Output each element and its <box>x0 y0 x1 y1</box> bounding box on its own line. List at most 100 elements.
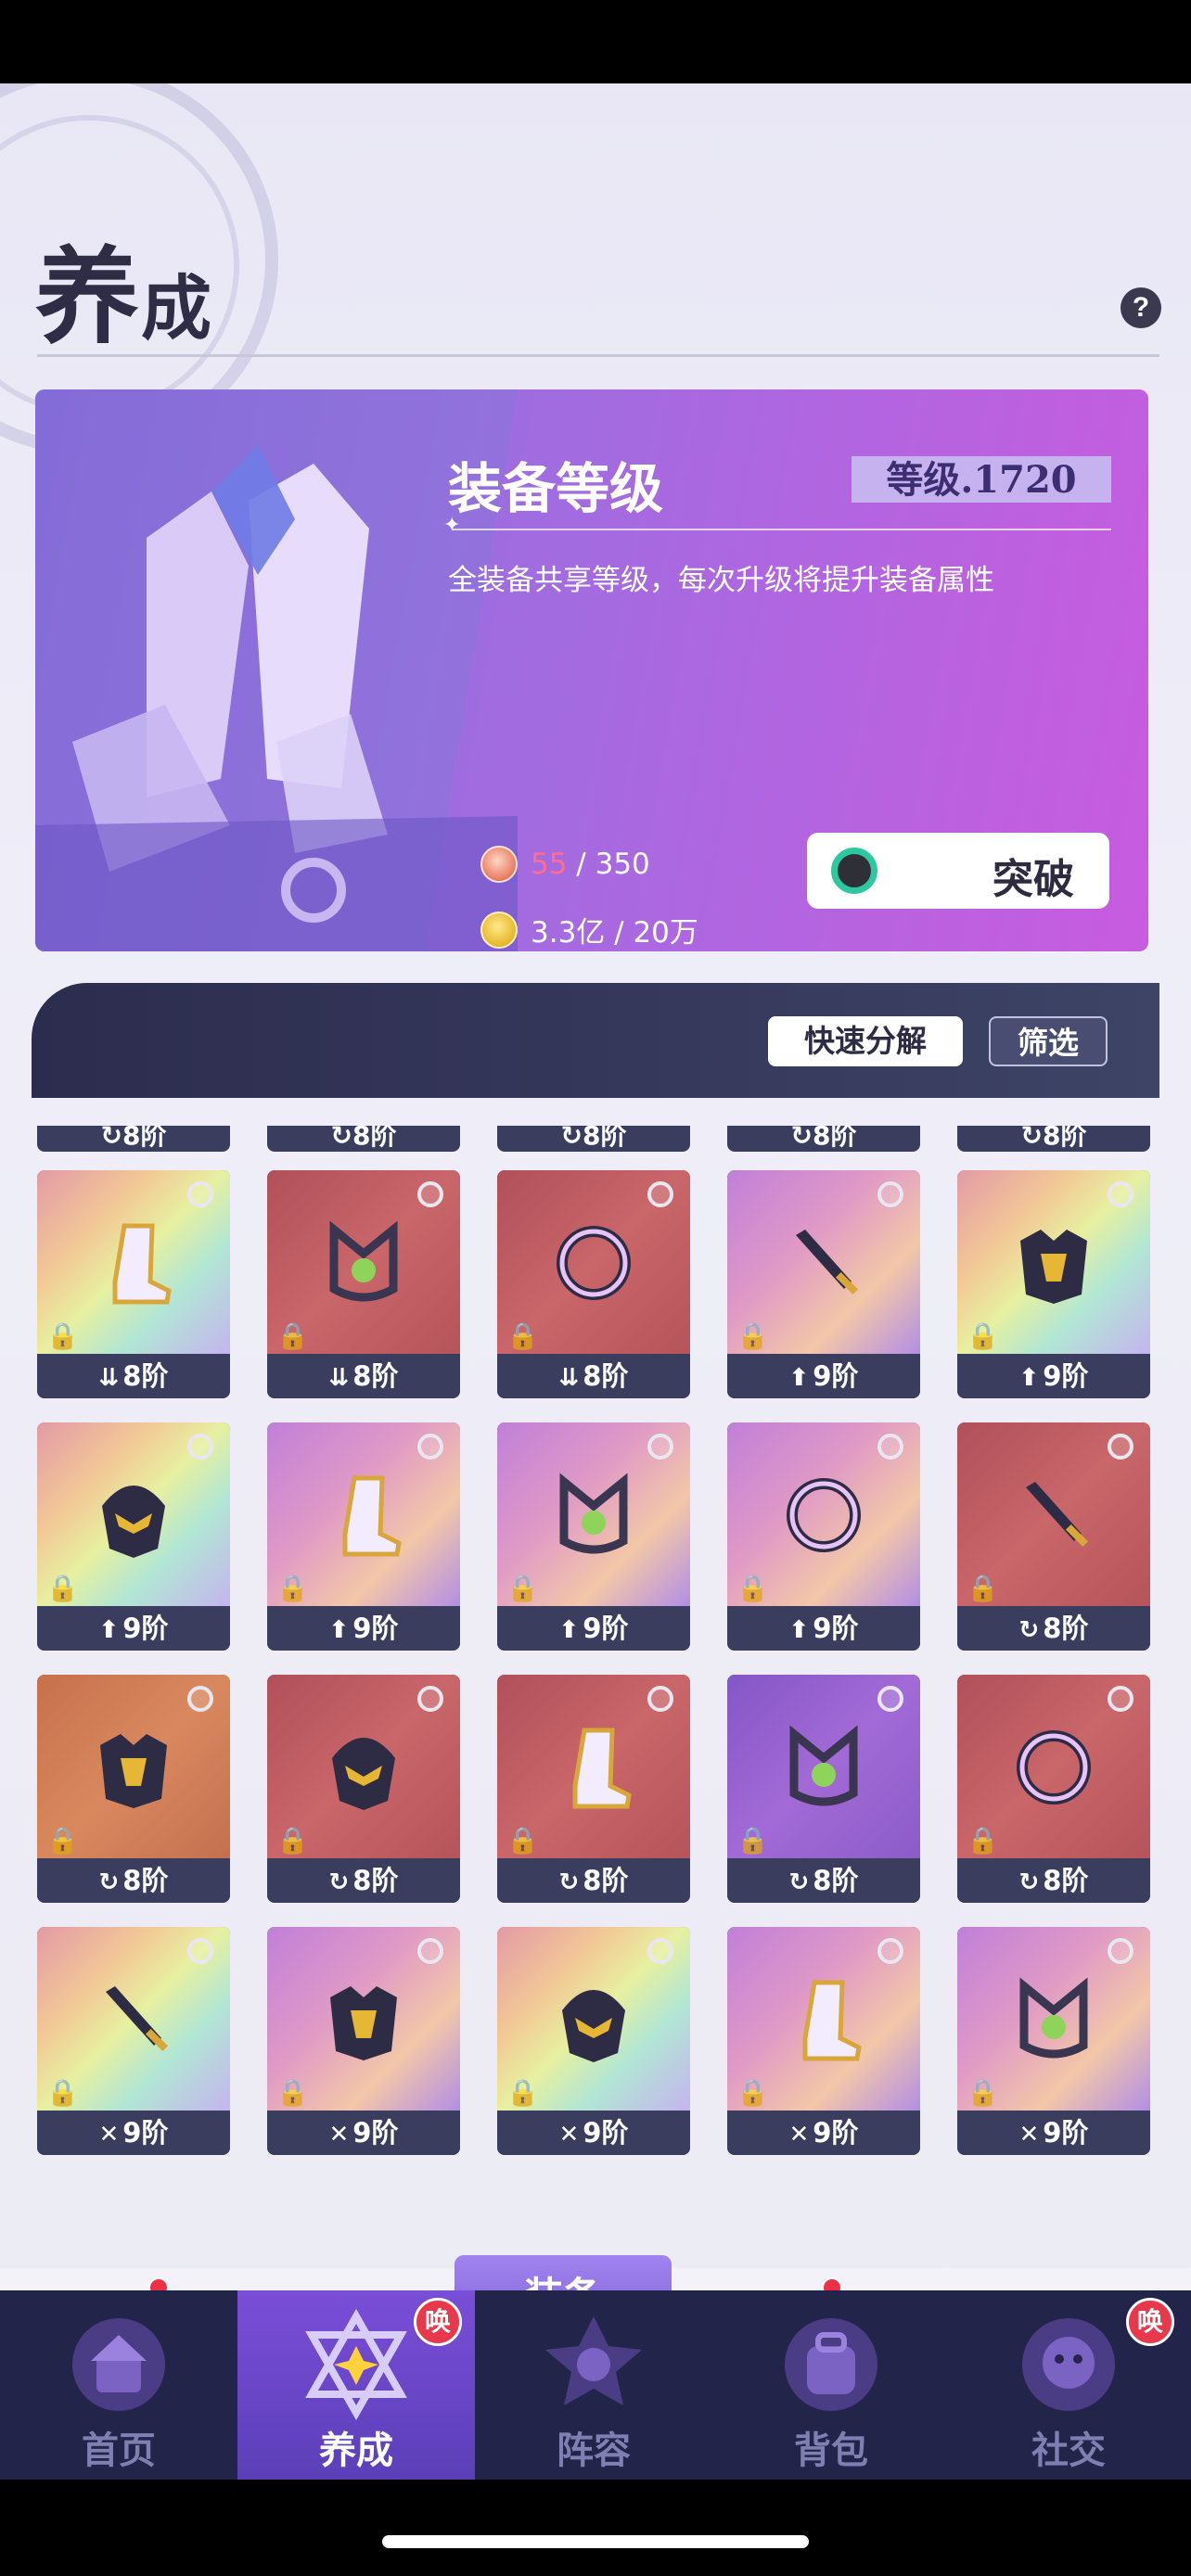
select-radio[interactable] <box>417 1434 443 1460</box>
equipment-grade: ✕ 9阶 <box>727 2111 920 2155</box>
breakthrough-button[interactable]: 突破 <box>807 833 1109 909</box>
equipment-card[interactable]: 🔒 ✕ 9阶 <box>497 1927 690 2155</box>
lock-icon[interactable]: 🔒 <box>967 1825 999 1855</box>
equipment-grade: ↻8阶 <box>497 1858 690 1903</box>
quick-decompose-button[interactable]: 快速分解 <box>768 1016 963 1066</box>
sword-icon <box>796 1230 859 1295</box>
lock-icon[interactable]: 🔒 <box>276 1320 309 1351</box>
grade-label: 8阶 <box>813 1865 859 1896</box>
banner-divider <box>443 514 1111 537</box>
grade-label: 9阶 <box>583 2117 629 2149</box>
lock-icon[interactable]: 🔒 <box>46 2077 79 2108</box>
equipment-card[interactable]: 🔒 ⬆ 9阶 <box>267 1422 460 1651</box>
equipment-card[interactable]: 🔒 ↻ 8阶 <box>37 1675 230 1903</box>
boot-icon <box>112 1223 172 1305</box>
equipment-card[interactable]: 🔒 ⇊ 8阶 <box>267 1170 460 1398</box>
select-radio[interactable] <box>1108 1434 1133 1460</box>
equipment-card[interactable]: 🔒 ↻ 8阶 <box>727 1675 920 1903</box>
material-separator: / <box>567 848 596 881</box>
equipment-card[interactable]: 🔒 ↻ 8阶 <box>957 1675 1150 1903</box>
equipment-card[interactable]: 🔒 ⬆ 9阶 <box>497 1422 690 1651</box>
boot-icon <box>802 1980 862 2061</box>
cycle-icon: ↻ <box>1018 1868 1040 1896</box>
lock-icon[interactable]: 🔒 <box>967 2077 999 2108</box>
equipment-card[interactable]: 🔒 ⇊ 8阶 <box>37 1170 230 1398</box>
lock-icon[interactable]: 🔒 <box>967 1320 999 1351</box>
breakthrough-label: 突破 <box>992 856 1074 903</box>
grade-label: 9阶 <box>583 1613 629 1644</box>
grade-label: 9阶 <box>1043 2117 1089 2149</box>
ring-icon <box>557 1226 631 1300</box>
lock-icon[interactable]: 🔒 <box>276 2077 309 2108</box>
nav-home[interactable]: 首页 <box>0 2290 237 2480</box>
equipment-card[interactable]: 🔒 ⬆ 9阶 <box>727 1422 920 1651</box>
lock-icon[interactable]: 🔒 <box>736 1320 769 1351</box>
select-radio[interactable] <box>647 1686 673 1712</box>
lock-icon[interactable]: 🔒 <box>46 1573 79 1603</box>
equipment-card[interactable]: 🔒 ✕ 9阶 <box>957 1927 1150 2155</box>
lock-icon[interactable]: 🔒 <box>46 1320 79 1351</box>
equipment-card[interactable]: 🔒 ✕ 9阶 <box>37 1927 230 2155</box>
select-radio[interactable] <box>877 1181 903 1207</box>
select-radio[interactable] <box>877 1686 903 1712</box>
lock-icon[interactable]: 🔒 <box>967 1573 999 1603</box>
equipment-card[interactable]: 🔒 ⬆ 9阶 <box>727 1170 920 1398</box>
lock-icon[interactable]: 🔒 <box>506 1320 539 1351</box>
equipment-card[interactable]: 🔒 ⬆ 9阶 <box>37 1422 230 1651</box>
backpack-icon <box>785 2318 877 2411</box>
select-radio[interactable] <box>877 1434 903 1460</box>
select-radio[interactable] <box>1108 1686 1133 1712</box>
help-icon[interactable]: ? <box>1121 287 1161 328</box>
equipment-card[interactable]: 🔒 ✕ 9阶 <box>727 1927 920 2155</box>
select-radio[interactable] <box>187 1181 213 1207</box>
grade-label: 9阶 <box>813 1613 859 1644</box>
select-radio[interactable] <box>187 1434 213 1460</box>
lock-icon[interactable]: 🔒 <box>736 2077 769 2108</box>
select-radio[interactable] <box>187 1938 213 1964</box>
lock-icon[interactable]: 🔒 <box>736 1825 769 1855</box>
material-max: 350 <box>595 848 650 881</box>
sword-icon <box>1026 1482 1089 1548</box>
lock-icon[interactable]: 🔒 <box>506 1825 539 1855</box>
select-radio[interactable] <box>417 1686 443 1712</box>
equipment-card[interactable]: 🔒 ⇊ 8阶 <box>497 1170 690 1398</box>
select-radio[interactable] <box>417 1938 443 1964</box>
up-icon: ⬆ <box>328 1616 350 1644</box>
grade-label: 9阶 <box>122 2117 169 2149</box>
lock-icon[interactable]: 🔒 <box>506 1573 539 1603</box>
select-radio[interactable] <box>647 1181 673 1207</box>
lock-icon[interactable]: 🔒 <box>46 1825 79 1855</box>
equipment-card[interactable]: 🔒 ✕ 9阶 <box>267 1927 460 2155</box>
equipment-card[interactable]: 🔒 ↻ 8阶 <box>267 1675 460 1903</box>
select-radio[interactable] <box>417 1181 443 1207</box>
equipment-card[interactable]: 🔒 ↻ 8阶 <box>497 1675 690 1903</box>
lock-icon[interactable]: 🔒 <box>736 1573 769 1603</box>
boot-icon <box>572 1728 632 1809</box>
grade-label: 8阶 <box>1043 1865 1089 1896</box>
select-radio[interactable] <box>1108 1938 1133 1964</box>
bottom-navigation: 首页 养成 唤 阵容 背包 社交 唤 <box>0 2290 1191 2480</box>
nav-cultivation[interactable]: 养成 唤 <box>237 2290 475 2480</box>
lock-icon[interactable]: 🔒 <box>276 1825 309 1855</box>
up-icon: ⬆ <box>1018 1364 1040 1392</box>
select-radio[interactable] <box>877 1938 903 1964</box>
equipment-card[interactable]: 🔒 ↻ 8阶 <box>957 1422 1150 1651</box>
select-radio[interactable] <box>647 1434 673 1460</box>
select-radio[interactable] <box>187 1686 213 1712</box>
nav-cultivation-label: 养成 <box>319 2429 393 2472</box>
armor-icon <box>100 1734 167 1808</box>
nav-backpack[interactable]: 背包 <box>712 2290 950 2480</box>
equipment-card[interactable]: 🔒 ⬆ 9阶 <box>957 1170 1150 1398</box>
equipment-grade: ⬆ 9阶 <box>497 1606 690 1651</box>
up-icon: ⬆ <box>98 1616 120 1644</box>
select-radio[interactable] <box>1108 1181 1133 1207</box>
sword-icon <box>106 1986 169 2052</box>
equipment-grade: ✕ 9阶 <box>957 2111 1150 2155</box>
lock-icon[interactable]: 🔒 <box>276 1573 309 1603</box>
filter-button[interactable]: 筛选 <box>989 1016 1108 1066</box>
lock-icon[interactable]: 🔒 <box>506 2077 539 2108</box>
boot-icon <box>342 1475 402 1557</box>
nav-formation[interactable]: 阵容 <box>475 2290 712 2480</box>
nav-social[interactable]: 社交 唤 <box>950 2290 1187 2480</box>
select-radio[interactable] <box>647 1938 673 1964</box>
